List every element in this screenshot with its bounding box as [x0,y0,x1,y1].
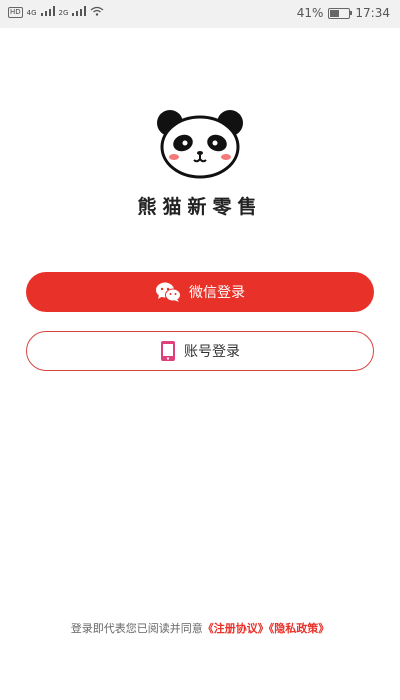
wechat-icon [155,281,181,303]
wechat-login-button[interactable]: 微信登录 [26,272,374,312]
app-name: 熊猫新零售 [137,196,263,218]
user-agreement-link[interactable]: 《注册协议》 [203,622,269,635]
account-login-label: 账号登录 [184,344,240,360]
network-label-1: 4G [26,8,37,17]
hd-badge: HD [8,7,23,18]
wechat-login-label: 微信登录 [189,285,245,301]
signal-icon-2 [72,6,87,19]
privacy-policy-link[interactable]: 《隐私政策》 [269,622,330,635]
battery-percent: 41% [296,6,324,20]
app-logo [150,105,250,181]
account-login-button[interactable]: 账号登录 [26,331,374,371]
wifi-icon [90,6,104,19]
battery-icon [328,7,353,19]
signal-icon [40,6,55,19]
terms-prefix: 登录即代表您已阅读并同意 [70,622,203,635]
clock: 17:34 [355,6,390,20]
phone-icon [160,340,176,362]
panda-icon [157,110,243,179]
network-label-2: 2G [58,8,69,17]
terms-text: 登录即代表您已阅读并同意《注册协议》《隐私政策》 [0,620,400,636]
status-bar: HD 4G 2G 41% 17:34 [0,0,400,28]
